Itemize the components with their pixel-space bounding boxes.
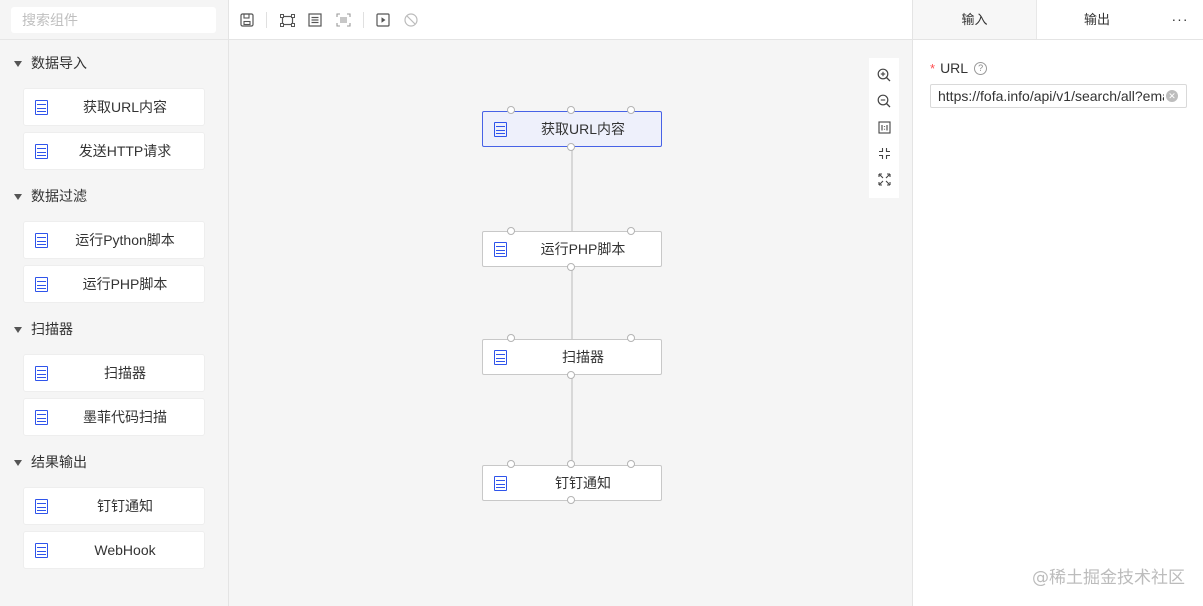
component-label: 发送HTTP请求	[78, 143, 172, 159]
input-port[interactable]	[507, 460, 515, 468]
node-label: 钉钉通知	[555, 475, 611, 491]
component-run-python[interactable]: 运行Python脚本	[24, 222, 204, 258]
select-all-icon[interactable]	[307, 12, 323, 28]
list-icon	[494, 241, 507, 257]
clear-icon[interactable]: ✕	[1166, 90, 1178, 102]
list-icon	[494, 475, 507, 491]
fit-icon[interactable]	[875, 144, 893, 162]
input-port[interactable]	[627, 227, 635, 235]
group-scanner[interactable]: 扫描器	[14, 319, 73, 339]
input-port[interactable]	[627, 334, 635, 342]
group-title: 数据导入	[31, 55, 87, 71]
component-label: 运行PHP脚本	[82, 276, 168, 292]
component-label: 获取URL内容	[82, 99, 167, 115]
group-title: 结果输出	[31, 454, 87, 470]
save-icon[interactable]	[239, 12, 255, 28]
run-icon[interactable]	[375, 12, 391, 28]
component-dingtalk[interactable]: 钉钉通知	[24, 488, 204, 524]
output-port[interactable]	[567, 371, 575, 379]
list-icon	[35, 276, 48, 292]
component-label: WebHook	[94, 542, 156, 558]
output-port[interactable]	[567, 263, 575, 271]
flow-canvas[interactable]: 获取URL内容 运行PHP脚本 扫描器 钉钉通知	[229, 40, 912, 606]
group-title: 扫描器	[31, 321, 73, 337]
url-input[interactable]	[930, 84, 1187, 108]
toolbar-divider	[363, 12, 364, 28]
output-port[interactable]	[567, 496, 575, 504]
group-data-filter[interactable]: 数据过滤	[14, 186, 87, 206]
flow-node-get-url[interactable]: 获取URL内容	[482, 111, 662, 147]
list-icon	[35, 409, 48, 425]
input-port[interactable]	[507, 334, 515, 342]
flow-node-run-php[interactable]: 运行PHP脚本	[482, 231, 662, 267]
component-label: 运行Python脚本	[75, 232, 175, 248]
component-label: 扫描器	[104, 365, 146, 381]
watermark: @稀土掘金技术社区	[1032, 568, 1185, 588]
input-port[interactable]	[627, 106, 635, 114]
toolbar-divider	[266, 12, 267, 28]
caret-down-icon	[14, 326, 22, 333]
component-scanner[interactable]: 扫描器	[24, 355, 204, 391]
input-port[interactable]	[567, 460, 575, 468]
output-port[interactable]	[567, 143, 575, 151]
component-label: 墨菲代码扫描	[83, 409, 167, 425]
node-label: 获取URL内容	[540, 121, 625, 137]
list-icon	[35, 365, 48, 381]
component-label: 钉钉通知	[97, 498, 153, 514]
panel-tabs: 输入 输出 ···	[913, 0, 1203, 40]
list-icon	[35, 143, 48, 159]
properties-panel: 输入 输出 ··· * URL ? ✕ @稀土掘金技术社区	[912, 0, 1203, 606]
flow-node-scanner[interactable]: 扫描器	[482, 339, 662, 375]
list-icon	[35, 498, 48, 514]
url-field-label: * URL ?	[930, 60, 988, 76]
caret-down-icon	[14, 193, 22, 200]
canvas-toolbar	[229, 0, 912, 40]
fit-view-icon[interactable]	[279, 12, 295, 28]
input-port[interactable]	[507, 227, 515, 235]
list-icon	[35, 232, 48, 248]
group-result-output[interactable]: 结果输出	[14, 452, 87, 472]
group-data-import[interactable]: 数据导入	[14, 53, 87, 73]
fullscreen-icon[interactable]	[875, 170, 893, 188]
component-run-php[interactable]: 运行PHP脚本	[24, 266, 204, 302]
actual-size-icon[interactable]	[875, 118, 893, 136]
component-send-http[interactable]: 发送HTTP请求	[24, 133, 204, 169]
component-murphy-scan[interactable]: 墨菲代码扫描	[24, 399, 204, 435]
zoom-controls	[869, 58, 899, 198]
caret-down-icon	[14, 459, 22, 466]
group-title: 数据过滤	[31, 188, 87, 204]
component-get-url[interactable]: 获取URL内容	[24, 89, 204, 125]
search-input[interactable]	[11, 7, 216, 33]
node-label: 运行PHP脚本	[540, 241, 626, 257]
list-icon	[494, 121, 507, 137]
sidebar-divider	[0, 39, 228, 40]
input-port[interactable]	[627, 460, 635, 468]
required-mark: *	[930, 60, 936, 76]
input-port[interactable]	[507, 106, 515, 114]
caret-down-icon	[14, 60, 22, 67]
help-icon[interactable]: ?	[974, 61, 988, 75]
more-options-icon[interactable]: ···	[1157, 0, 1203, 39]
zoom-out-icon[interactable]	[875, 92, 893, 110]
field-label-text: URL	[940, 60, 969, 76]
input-port[interactable]	[567, 106, 575, 114]
list-icon	[35, 542, 48, 558]
component-webhook[interactable]: WebHook	[24, 532, 204, 568]
node-label: 扫描器	[562, 349, 604, 365]
tab-output[interactable]: 输出	[1037, 0, 1157, 39]
list-icon	[35, 99, 48, 115]
align-icon[interactable]	[335, 12, 351, 28]
list-icon	[494, 349, 507, 365]
component-sidebar: 数据导入 获取URL内容 发送HTTP请求 数据过滤 运行Python脚本 运行…	[0, 0, 229, 606]
tab-input[interactable]: 输入	[913, 0, 1037, 39]
stop-icon[interactable]	[403, 12, 419, 28]
zoom-in-icon[interactable]	[875, 66, 893, 84]
